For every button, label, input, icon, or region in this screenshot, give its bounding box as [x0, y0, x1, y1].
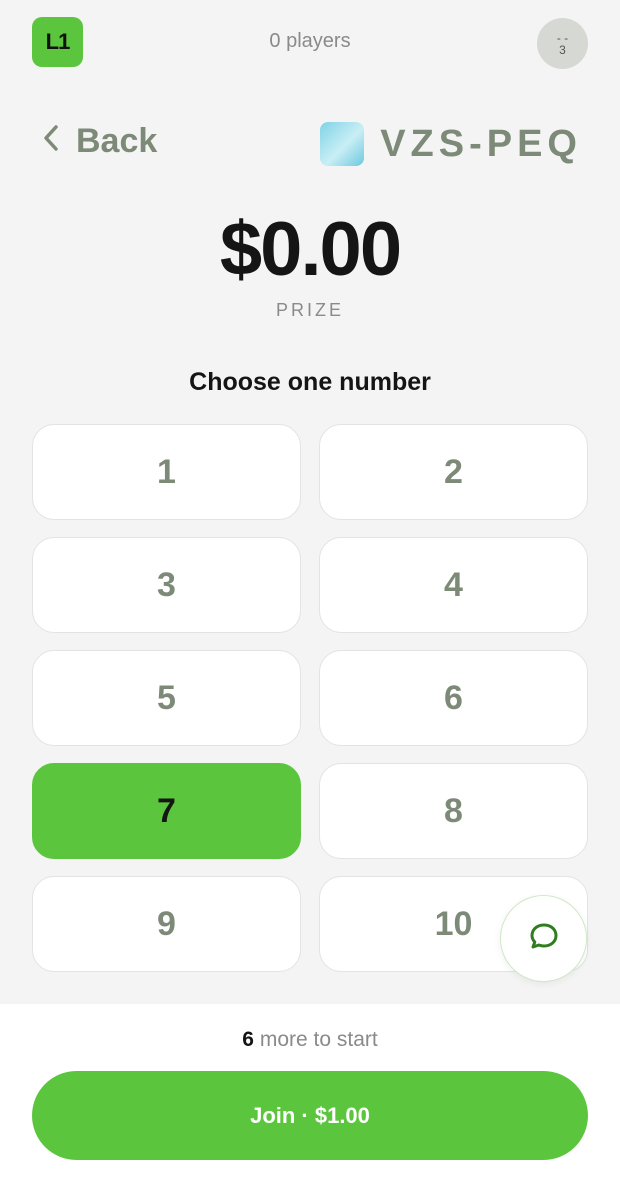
- players-needed-text: more to start: [259, 1028, 378, 1051]
- avatar-face: - - 3: [556, 30, 569, 57]
- top-bar: L1 0 players - - 3: [0, 0, 620, 88]
- number-option-5[interactable]: 5: [32, 650, 301, 746]
- back-button[interactable]: Back: [42, 122, 157, 161]
- chat-bubble-icon: [527, 919, 561, 958]
- choose-heading: Choose one number: [189, 368, 431, 396]
- chat-button[interactable]: [500, 895, 587, 982]
- nav-row: Back VZS-PEQ: [0, 118, 620, 170]
- players-count: 0 players: [269, 30, 351, 52]
- players-needed-count: 6: [242, 1028, 254, 1051]
- game-code-badge: VZS-PEQ: [320, 122, 582, 166]
- join-button[interactable]: Join · $1.00: [32, 1071, 588, 1160]
- number-option-9[interactable]: 9: [32, 876, 301, 972]
- bottom-panel: 6 more to start Join · $1.00: [0, 1004, 620, 1179]
- number-option-3[interactable]: 3: [32, 537, 301, 633]
- players-needed: 6 more to start: [0, 1028, 620, 1052]
- avatar[interactable]: - - 3: [537, 18, 588, 69]
- number-option-8[interactable]: 8: [319, 763, 588, 859]
- prize-label: PRIZE: [275, 300, 344, 320]
- number-option-1[interactable]: 1: [32, 424, 301, 520]
- prize-amount: $0.00: [219, 207, 402, 292]
- number-option-6[interactable]: 6: [319, 650, 588, 746]
- game-code: VZS-PEQ: [380, 122, 582, 165]
- number-option-2[interactable]: 2: [319, 424, 588, 520]
- game-avatar-icon: [320, 122, 365, 166]
- number-grid: 1 2 3 4 5 6 7 8 9 10: [32, 424, 588, 972]
- number-option-4[interactable]: 4: [319, 537, 588, 633]
- chevron-left-icon: [42, 122, 60, 161]
- back-label: Back: [76, 122, 158, 160]
- number-option-7[interactable]: 7: [32, 763, 301, 859]
